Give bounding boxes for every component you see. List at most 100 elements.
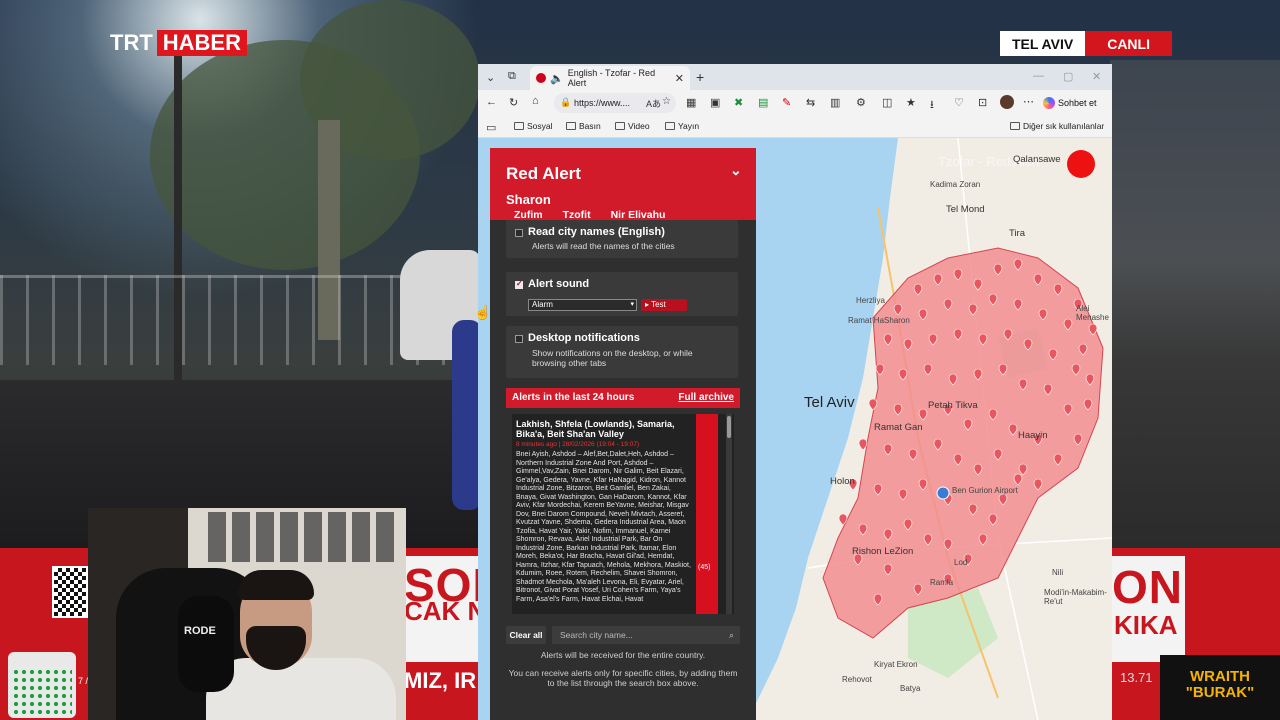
browser-tab[interactable]: 🔈 English - Tzofar - Red Alert ✕ — [530, 66, 690, 90]
chat-button-label: Sohbet et — [1058, 98, 1097, 108]
scrollbar-thumb[interactable] — [727, 416, 731, 438]
copilot-icon — [1043, 97, 1055, 109]
mic-brand: RODE — [184, 625, 216, 637]
tab-bar: ⌄ ⧉ 🔈 English - Tzofar - Red Alert ✕ + —… — [478, 64, 1112, 90]
read-names-desc: Alerts will read the names of the cities — [532, 241, 675, 251]
nav-bar: ← ↻ ⌂ 🔒 https://www.... Aあ ☆ ▦ ▣ ✖ ▤ ✎ ⇆… — [478, 90, 1112, 116]
extension-4-icon[interactable]: ▤ — [758, 96, 768, 109]
map-label: Holon — [830, 476, 855, 487]
full-archive-link[interactable]: Full archive — [678, 392, 734, 403]
map-label: Modi'in-Makabim-Re'ut — [1044, 588, 1107, 606]
option-read-names: Read city names (English) Alerts will re… — [506, 220, 738, 258]
chevron-down-icon[interactable]: ⌄ — [486, 71, 495, 84]
page-content: Tzofar - Red Alert Qalansawe Kadima Zora… — [478, 138, 1112, 720]
alert-sound-select[interactable]: Alarm ▾ — [528, 299, 637, 311]
map-label: Tel Aviv — [804, 394, 855, 411]
panel-header: Red Alert ⌄ Sharon Zufim Tzofit Nir Eliv… — [490, 148, 756, 221]
bookmark-label: Video — [628, 121, 650, 131]
alert-history-item[interactable]: Lakhish, Shfela (Lowlands), Samaria, Bik… — [512, 414, 734, 614]
copilot-chat-button[interactable]: Sohbet et — [1043, 94, 1097, 112]
location-name: TEL AVIV — [1000, 31, 1086, 56]
profile-avatar[interactable] — [1000, 95, 1014, 109]
workspaces-icon[interactable]: ⧉ — [508, 70, 516, 83]
map-label: Kadima Zoran — [930, 180, 981, 189]
bookmark-label: Yayın — [678, 121, 700, 131]
search-icon[interactable]: ⌕ — [729, 626, 734, 644]
favorites-icon[interactable]: ★ — [906, 96, 916, 109]
wall-frames — [208, 512, 398, 562]
ticker-number: 13.71 — [1120, 670, 1153, 685]
heart-icon[interactable]: ♡ — [954, 96, 964, 109]
folder-icon — [514, 122, 524, 130]
translate-icon[interactable]: Aあ — [646, 97, 661, 110]
desktop-notifications-checkbox[interactable] — [515, 335, 523, 343]
map-label: Haayin — [1018, 430, 1048, 441]
extension-7-icon[interactable]: ▥ — [830, 96, 840, 109]
extension-2-icon[interactable]: ▣ — [710, 96, 720, 109]
speaker-icon[interactable]: 🔈 — [550, 72, 564, 85]
microphone-icon — [178, 596, 234, 692]
alert-sound-value: Alarm — [532, 300, 553, 309]
hand-cursor-icon: ☝ — [474, 304, 492, 320]
extension-3-icon[interactable]: ✖ — [734, 96, 743, 109]
extension-6-icon[interactable]: ⇆ — [806, 96, 815, 109]
read-names-checkbox[interactable] — [515, 229, 523, 237]
alert-count-strip — [696, 414, 718, 614]
map-label: Lod — [954, 558, 968, 567]
downloads-icon[interactable]: ⭳ — [930, 96, 934, 115]
more-menu-icon[interactable]: ⋯ — [1023, 95, 1034, 108]
new-tab-icon[interactable]: + — [696, 69, 704, 85]
back-icon[interactable]: ← — [486, 96, 497, 108]
test-sound-button[interactable]: ▸ Test — [641, 299, 687, 311]
trt-haber-logo: TRT HABER — [110, 30, 247, 56]
map-label: Rishon LeZion — [852, 546, 914, 557]
other-bookmarks[interactable]: Diğer sık kullanılanlar — [1010, 121, 1104, 131]
close-tab-icon[interactable]: ✕ — [675, 72, 684, 85]
alert-scrollbar[interactable] — [726, 414, 732, 614]
refresh-icon[interactable]: ↻ — [509, 96, 518, 109]
map-label: Tira — [1009, 228, 1026, 239]
collapse-chevron-icon[interactable]: ⌄ — [730, 162, 742, 179]
streamer-hair — [238, 570, 314, 600]
map-label: Herzliya — [856, 296, 885, 305]
split-screen-icon[interactable]: ◫ — [882, 96, 892, 109]
extension-5-icon[interactable]: ✎ — [782, 96, 791, 109]
live-badge: CANLI — [1085, 31, 1172, 56]
screenshot-icon[interactable]: ⊡ — [978, 96, 987, 109]
clear-all-button[interactable]: Clear all — [506, 626, 546, 644]
bookmark-folder[interactable]: Basın — [566, 121, 601, 131]
alert-count: (45) — [698, 564, 711, 571]
alert-sound-checkbox[interactable] — [515, 279, 523, 289]
maximize-icon[interactable]: ▢ — [1063, 70, 1073, 83]
map-label: Batya — [900, 684, 921, 693]
extension-1-icon[interactable]: ▦ — [686, 96, 696, 109]
bookmark-folder[interactable]: Yayın — [665, 121, 699, 131]
map-label: Alei Menashe — [1076, 304, 1109, 322]
minimize-icon[interactable]: — — [1033, 70, 1044, 82]
logo-haber: HABER — [156, 30, 247, 56]
map-label: Tel Mond — [946, 204, 985, 215]
folder-icon — [566, 122, 576, 130]
bookmark-label: Basın — [579, 121, 601, 131]
alert-region: Lakhish, Shfela (Lowlands), Samaria, Bik… — [516, 419, 675, 439]
desktop-notifications-label: Desktop notifications — [528, 332, 640, 344]
current-alert-area: Sharon — [506, 192, 551, 207]
alert-cities: Bnei Ayish, Ashdod – Alef,Bet,Dalet,Heh,… — [516, 451, 691, 603]
map-label: Nili — [1052, 568, 1064, 577]
footer-note-1: Alerts will be received for the entire c… — [540, 650, 706, 660]
bookmarks-bar: ▭ Sosyal Basın Video Yayın Diğer sık kul… — [478, 116, 1112, 138]
wraith-line2: "BURAK" — [1185, 684, 1255, 701]
map-label: Ramat HaSharon — [848, 316, 910, 325]
bookmark-folder[interactable]: Sosyal — [514, 121, 553, 131]
airport-icon[interactable] — [936, 486, 950, 500]
close-window-icon[interactable]: ✕ — [1092, 70, 1101, 83]
extensions-puzzle-icon[interactable]: ⚙ — [856, 96, 866, 109]
folder-icon — [615, 122, 625, 130]
city-search-input[interactable]: Search city name... ⌕ — [552, 626, 740, 644]
home-icon[interactable]: ⌂ — [532, 95, 539, 107]
favorite-star-icon[interactable]: ☆ — [662, 96, 671, 107]
address-bar[interactable]: 🔒 https://www.... Aあ ☆ — [554, 93, 676, 113]
collections-icon[interactable]: ▭ — [486, 121, 496, 134]
banner-right-big: ON — [1112, 561, 1183, 613]
bookmark-folder[interactable]: Video — [615, 121, 650, 131]
